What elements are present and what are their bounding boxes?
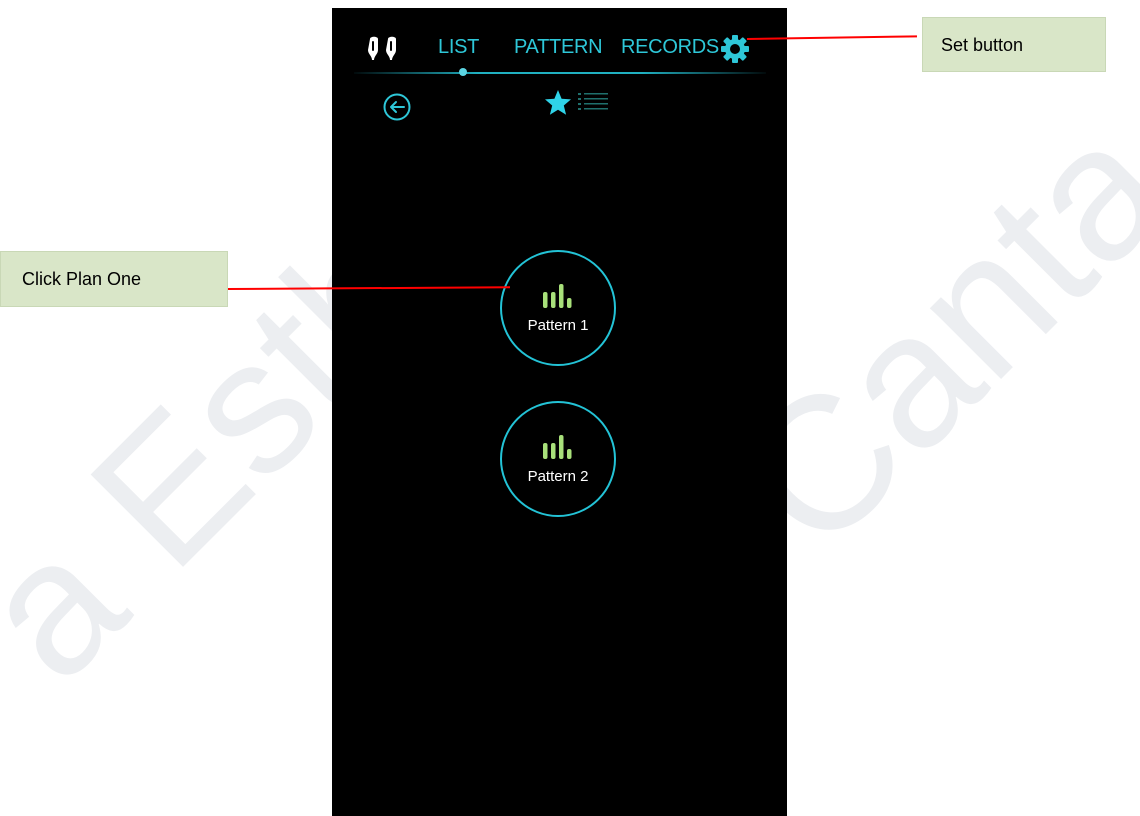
bars-icon: [543, 435, 572, 459]
pattern-2-button[interactable]: Pattern 2: [500, 401, 616, 517]
pattern-1-label: Pattern 1: [527, 317, 589, 334]
pattern-2-label: Pattern 2: [527, 468, 589, 485]
gear-icon[interactable]: [721, 35, 749, 63]
tab-pattern[interactable]: PATTERN: [514, 36, 603, 59]
bars-icon: [543, 284, 572, 308]
tab-list[interactable]: LIST: [438, 36, 479, 59]
active-tab-indicator: [459, 68, 467, 76]
earphones-icon: [368, 36, 396, 60]
nav-underline: [354, 72, 766, 74]
plan-one-callout: Click Plan One: [0, 251, 228, 307]
top-nav-bar: LIST PATTERN RECORDS: [332, 8, 787, 88]
list-icon[interactable]: [578, 91, 608, 113]
set-button-callout: Set button: [922, 17, 1106, 72]
pattern-1-button[interactable]: Pattern 1: [500, 250, 616, 366]
phone-screen: LIST PATTERN RECORDS Pattern 1 Pattern 2: [332, 8, 787, 816]
star-icon[interactable]: [544, 89, 572, 116]
tab-records[interactable]: RECORDS: [621, 36, 719, 59]
back-arrow-icon[interactable]: [382, 92, 412, 122]
